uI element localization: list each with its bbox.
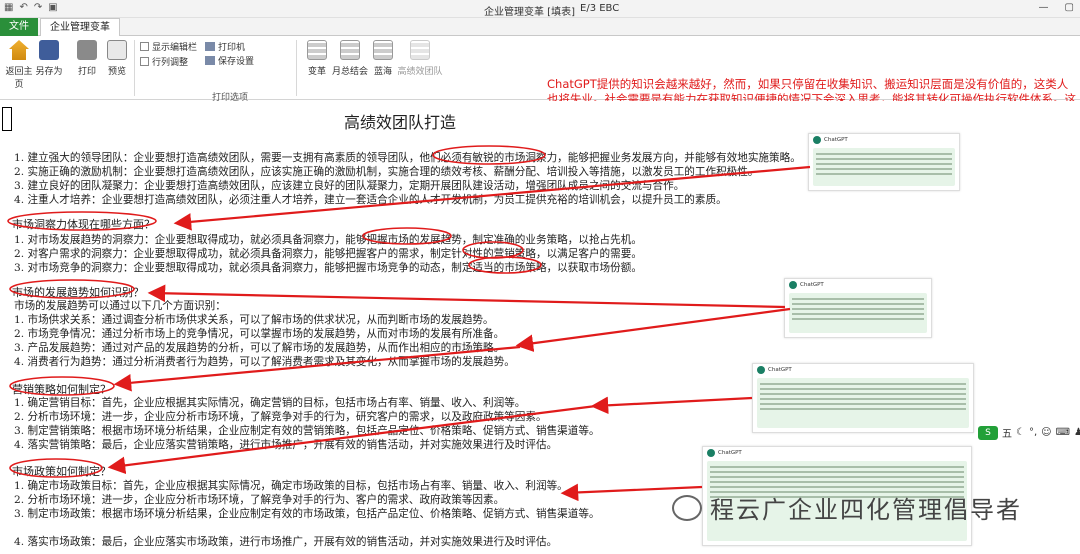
save-settings-button[interactable]: 保存设置	[205, 54, 254, 67]
undo-icon[interactable]: ↶	[19, 2, 27, 13]
highlight-oval	[9, 376, 115, 396]
home-icon	[9, 40, 29, 60]
table-icon	[373, 40, 393, 60]
annotation-arrow	[173, 165, 811, 231]
print-button[interactable]: 打印	[70, 40, 104, 77]
highlight-oval	[7, 211, 157, 231]
printer-small-label: 打印机	[218, 43, 246, 53]
user-icon[interactable]: ♟	[1074, 427, 1080, 438]
quick-access-toolbar: ▦ ↶ ↷ ▣	[4, 2, 58, 13]
monthly-meeting-label: 月总结会	[331, 67, 368, 77]
highlight-oval	[9, 279, 135, 299]
save-icon[interactable]: ▣	[48, 2, 57, 13]
maximize-icon[interactable]: ▢	[1065, 2, 1074, 13]
floppy-icon	[39, 40, 59, 60]
annotation-arrow	[107, 404, 597, 475]
high-performance-team-button[interactable]: 高绩效团队	[396, 40, 444, 77]
redo-icon[interactable]: ↷	[34, 2, 42, 13]
preview-label: 预览	[107, 67, 126, 77]
moon-icon[interactable]: ☾	[1016, 427, 1025, 438]
tab-file[interactable]: 文件	[0, 18, 38, 36]
ribbon-tabs: 文件 企业管理变革	[0, 18, 1080, 37]
highlight-oval	[462, 241, 524, 259]
ribbon-divider	[134, 40, 135, 96]
printer-icon	[77, 40, 97, 60]
keyboard-icon[interactable]: ⌨	[1056, 427, 1070, 438]
preview-icon	[107, 40, 127, 60]
blue-ocean-label: 蓝海	[373, 67, 392, 77]
show-edit-bar-label: 显示编辑栏	[152, 43, 198, 53]
reform-button[interactable]: 变革	[300, 40, 334, 77]
ribbon: 返回主页 另存为 打印 预览 显示编辑栏 行列调整 打印机 保存设置 打印选项 …	[0, 36, 1080, 121]
table-icon	[340, 40, 360, 60]
show-edit-bar-checkbox[interactable]: 显示编辑栏	[140, 40, 197, 53]
printer-small-button[interactable]: 打印机	[205, 40, 245, 53]
annotation-arrow	[515, 307, 791, 352]
row-adjust-label: 行列调整	[152, 58, 189, 68]
printer-icon	[205, 42, 215, 51]
ime-logo-icon: S	[978, 425, 998, 440]
annotation-arrow	[147, 284, 786, 309]
save-settings-label: 保存设置	[218, 57, 255, 67]
window-subtitle: E/3 EBC	[580, 3, 620, 14]
settings-icon	[205, 56, 215, 65]
table-icon	[307, 40, 327, 60]
home-button[interactable]: 返回主页	[2, 40, 36, 90]
ribbon-divider	[296, 40, 297, 96]
window-title: 企业管理变革 [填表]	[484, 7, 575, 18]
table-icon	[410, 40, 430, 60]
tab-enterprise-reform[interactable]: 企业管理变革	[40, 18, 120, 37]
highlight-oval	[362, 227, 452, 245]
minimize-icon[interactable]: —	[1039, 2, 1049, 13]
ime-toolbar[interactable]: S 五 ☾ °, ☺ ⌨ ♟	[978, 425, 1080, 440]
home-label: 返回主页	[5, 67, 33, 90]
ime-mode-label: 五	[1002, 429, 1012, 440]
watermark-text: 程云广企业四化管理倡导者	[710, 496, 1022, 524]
title-bar: ▦ ↶ ↷ ▣ 企业管理变革 [填表] E/3 EBC — ▢	[0, 0, 1080, 18]
wechat-icon	[672, 494, 702, 521]
preview-button[interactable]: 预览	[100, 40, 134, 77]
highlight-oval	[9, 458, 103, 478]
high-performance-team-label: 高绩效团队	[397, 67, 443, 77]
highlight-oval	[432, 145, 546, 165]
row-adjust-checkbox[interactable]: 行列调整	[140, 55, 188, 68]
annotation-overlay	[7, 145, 811, 502]
grid-icon[interactable]: ▦	[4, 2, 13, 13]
emoji-icon[interactable]: ☺	[1041, 427, 1051, 438]
blue-ocean-button[interactable]: 蓝海	[366, 40, 400, 77]
annotation-arrow	[590, 396, 753, 415]
annotation-arrow	[113, 345, 521, 392]
window-controls: — ▢	[1039, 2, 1074, 13]
wechat-watermark: 程云广企业四化管理倡导者	[672, 490, 1022, 525]
save-as-button[interactable]: 另存为	[32, 40, 66, 77]
print-label: 打印	[77, 67, 96, 77]
punctuation-icon[interactable]: °,	[1029, 427, 1037, 438]
monthly-meeting-button[interactable]: 月总结会	[330, 40, 370, 77]
reform-label: 变革	[307, 67, 326, 77]
save-as-label: 另存为	[35, 67, 63, 77]
highlight-oval	[468, 256, 542, 274]
